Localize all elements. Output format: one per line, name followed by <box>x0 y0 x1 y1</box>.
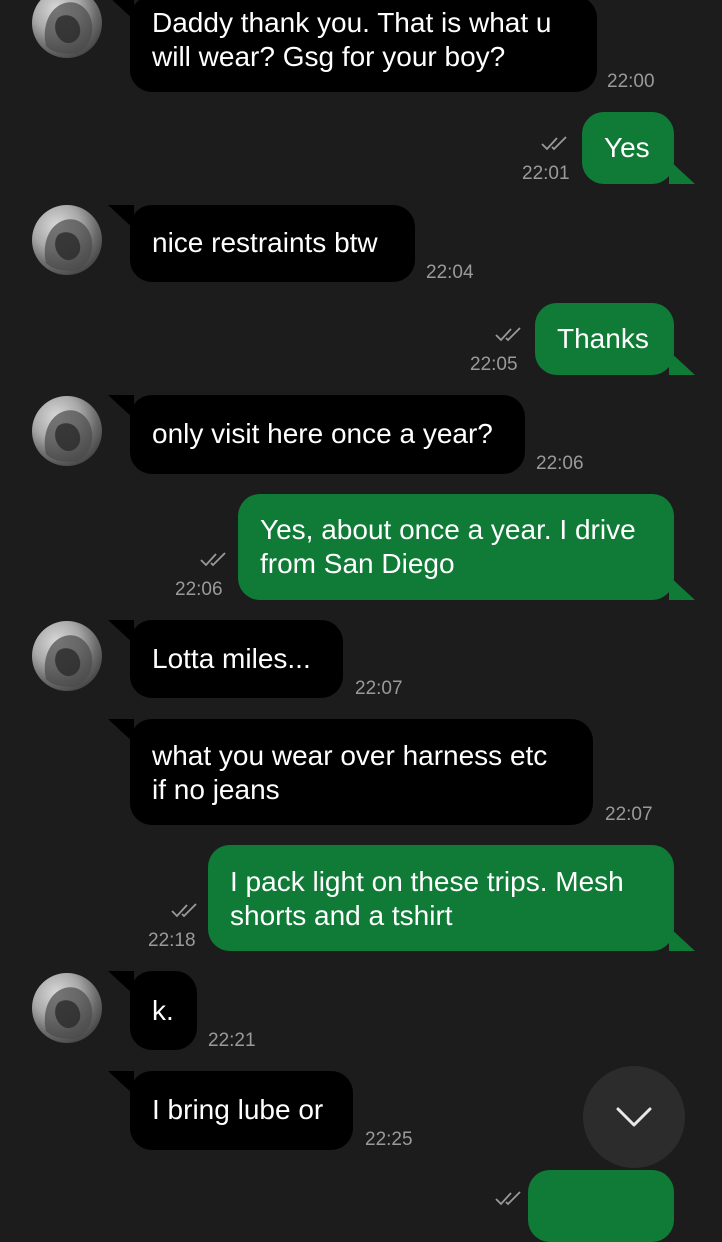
message-incoming[interactable]: I bring lube or <box>130 1071 353 1150</box>
message-incoming[interactable]: Daddy thank you. That is what u will wea… <box>130 0 597 92</box>
message-timestamp: 22:04 <box>426 262 474 283</box>
message-incoming[interactable]: nice restraints btw <box>130 205 415 282</box>
contact-avatar[interactable] <box>32 0 102 58</box>
message-outgoing[interactable] <box>528 1170 674 1242</box>
message-incoming[interactable]: what you wear over harness etc if no jea… <box>130 719 593 825</box>
message-timestamp: 22:05 <box>470 354 518 375</box>
message-timestamp: 22:07 <box>355 678 403 699</box>
double-check-icon <box>171 903 197 918</box>
message-incoming[interactable]: k. <box>130 971 197 1050</box>
message-timestamp: 22:18 <box>148 930 196 951</box>
message-timestamp: 22:25 <box>365 1129 413 1150</box>
message-incoming[interactable]: only visit here once a year? <box>130 395 525 474</box>
contact-avatar[interactable] <box>32 205 102 275</box>
message-timestamp: 22:06 <box>175 579 223 600</box>
double-check-icon <box>200 552 226 567</box>
double-check-icon <box>495 327 521 342</box>
scroll-to-bottom-button[interactable] <box>583 1066 685 1168</box>
message-outgoing[interactable]: I pack light on these trips. Mesh shorts… <box>208 845 674 951</box>
double-check-icon <box>541 136 567 151</box>
double-check-icon <box>495 1191 521 1206</box>
message-timestamp: 22:00 <box>607 71 655 92</box>
message-timestamp: 22:06 <box>536 453 584 474</box>
chat-area[interactable]: Daddy thank you. That is what u will wea… <box>0 0 722 1242</box>
contact-avatar[interactable] <box>32 396 102 466</box>
message-timestamp: 22:01 <box>522 163 570 184</box>
contact-avatar[interactable] <box>32 621 102 691</box>
chevron-down-icon <box>616 1107 652 1127</box>
message-timestamp: 22:21 <box>208 1030 256 1051</box>
contact-avatar[interactable] <box>32 973 102 1043</box>
message-outgoing[interactable]: Yes <box>582 112 674 184</box>
message-incoming[interactable]: Lotta miles... <box>130 620 343 698</box>
message-timestamp: 22:07 <box>605 804 653 825</box>
message-outgoing[interactable]: Yes, about once a year. I drive from San… <box>238 494 674 600</box>
message-outgoing[interactable]: Thanks <box>535 303 674 375</box>
